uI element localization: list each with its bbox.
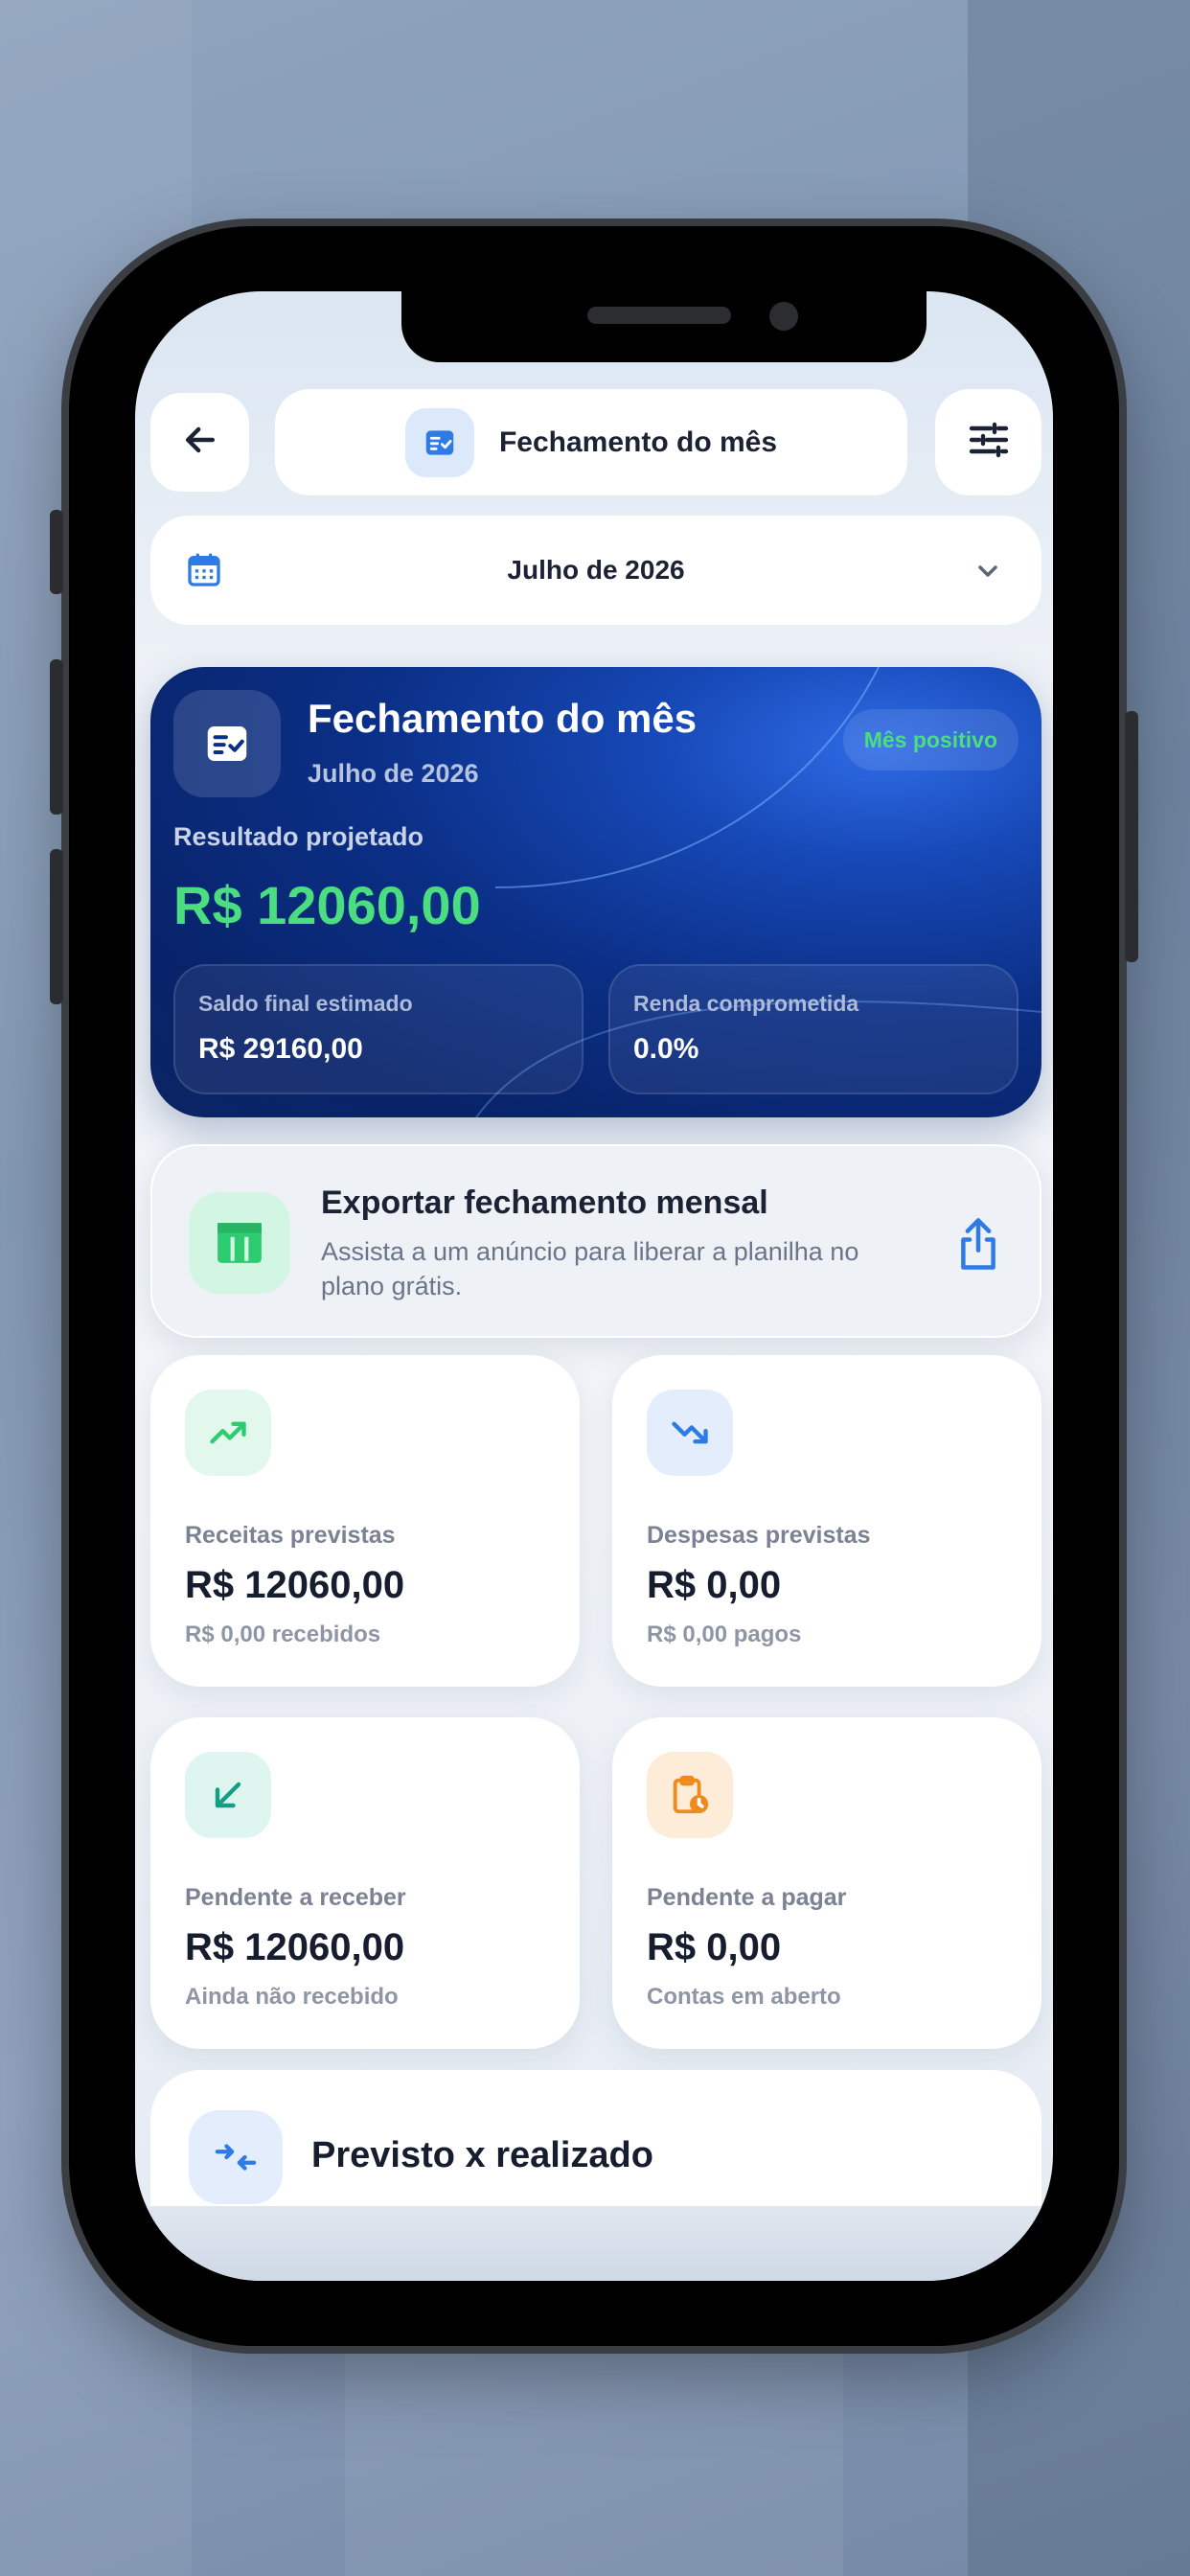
selected-month: Julho de 2026 bbox=[507, 555, 685, 585]
app-screen: Fechamento do mês Julho de 2026 Fechamen… bbox=[135, 291, 1053, 2281]
page-title: Fechamento do mês bbox=[498, 426, 778, 458]
arrow-left-icon bbox=[179, 419, 221, 466]
phone-frame: Fechamento do mês Julho de 2026 Fechamen… bbox=[50, 226, 1138, 2346]
phone-volume-down bbox=[50, 849, 63, 1004]
status-badge: Mês positivo bbox=[842, 709, 1018, 770]
arrow-down-left-icon bbox=[185, 1752, 271, 1838]
notch bbox=[401, 291, 927, 362]
export-card[interactable]: Exportar fechamento mensal Assista a um … bbox=[150, 1144, 1041, 1338]
screen-bottom-area bbox=[135, 2206, 1053, 2281]
clipboard-clock-icon bbox=[647, 1752, 733, 1838]
month-select[interactable]: Julho de 2026 bbox=[150, 516, 1041, 625]
committed-income-value: 0.0% bbox=[633, 1033, 699, 1065]
document-check-icon bbox=[173, 690, 281, 797]
stat-value: R$ 12060,00 bbox=[185, 1926, 405, 1968]
stat-value: R$ 0,00 bbox=[647, 1564, 782, 1606]
back-button[interactable] bbox=[150, 393, 249, 492]
summary-title: Fechamento do mês bbox=[308, 696, 698, 741]
filter-button[interactable] bbox=[935, 389, 1041, 495]
summary-subtitle: Julho de 2026 bbox=[308, 759, 479, 788]
pending-receivable-card[interactable]: Pendente a receber R$ 12060,00 Ainda não… bbox=[150, 1717, 580, 2049]
stat-sub: R$ 0,00 pagos bbox=[647, 1622, 802, 1647]
stat-label: Receitas previstas bbox=[185, 1522, 396, 1549]
result-label: Resultado projetado bbox=[173, 822, 424, 851]
stat-label: Pendente a receber bbox=[185, 1884, 406, 1911]
stat-value: R$ 0,00 bbox=[647, 1926, 782, 1968]
pending-payable-card[interactable]: Pendente a pagar R$ 0,00 Contas em abert… bbox=[612, 1717, 1041, 2049]
chevron-down-icon bbox=[973, 556, 1003, 591]
stat-sub: Contas em aberto bbox=[647, 1984, 841, 2010]
planned-vs-actual-title: Previsto x realizado bbox=[311, 2135, 653, 2175]
planned-income-card[interactable]: Receitas previstas R$ 12060,00 R$ 0,00 r… bbox=[150, 1355, 580, 1687]
share-icon[interactable] bbox=[951, 1213, 1005, 1275]
stat-label: Despesas previstas bbox=[647, 1522, 871, 1549]
committed-income-box: Renda comprometida 0.0% bbox=[608, 964, 1018, 1094]
export-title: Exportar fechamento mensal bbox=[321, 1184, 768, 1221]
month-summary-card: Fechamento do mês Julho de 2026 Mês posi… bbox=[150, 667, 1041, 1117]
speaker bbox=[587, 307, 731, 324]
estimated-balance-label: Saldo final estimado bbox=[198, 991, 413, 1016]
stat-sub: R$ 0,00 recebidos bbox=[185, 1622, 381, 1647]
estimated-balance-box: Saldo final estimado R$ 29160,00 bbox=[173, 964, 584, 1094]
spreadsheet-icon bbox=[189, 1192, 290, 1294]
checklist-icon bbox=[404, 407, 474, 477]
camera bbox=[769, 302, 798, 331]
sliders-icon bbox=[966, 417, 1012, 468]
phone-power-button bbox=[1125, 711, 1138, 962]
stat-sub: Ainda não recebido bbox=[185, 1984, 399, 2010]
phone-mute-switch bbox=[50, 510, 63, 594]
trending-down-icon bbox=[647, 1390, 733, 1476]
committed-income-label: Renda comprometida bbox=[633, 991, 859, 1016]
page-title-pill: Fechamento do mês bbox=[275, 389, 907, 495]
phone-volume-up bbox=[50, 659, 63, 815]
trending-up-icon bbox=[185, 1390, 271, 1476]
result-value: R$ 12060,00 bbox=[173, 875, 481, 935]
stat-value: R$ 12060,00 bbox=[185, 1564, 405, 1606]
estimated-balance-value: R$ 29160,00 bbox=[198, 1033, 363, 1065]
stat-label: Pendente a pagar bbox=[647, 1884, 847, 1911]
planned-expenses-card[interactable]: Despesas previstas R$ 0,00 R$ 0,00 pagos bbox=[612, 1355, 1041, 1687]
export-description: Assista a um anúncio para liberar a plan… bbox=[321, 1237, 859, 1300]
compare-arrows-icon bbox=[189, 2110, 283, 2204]
